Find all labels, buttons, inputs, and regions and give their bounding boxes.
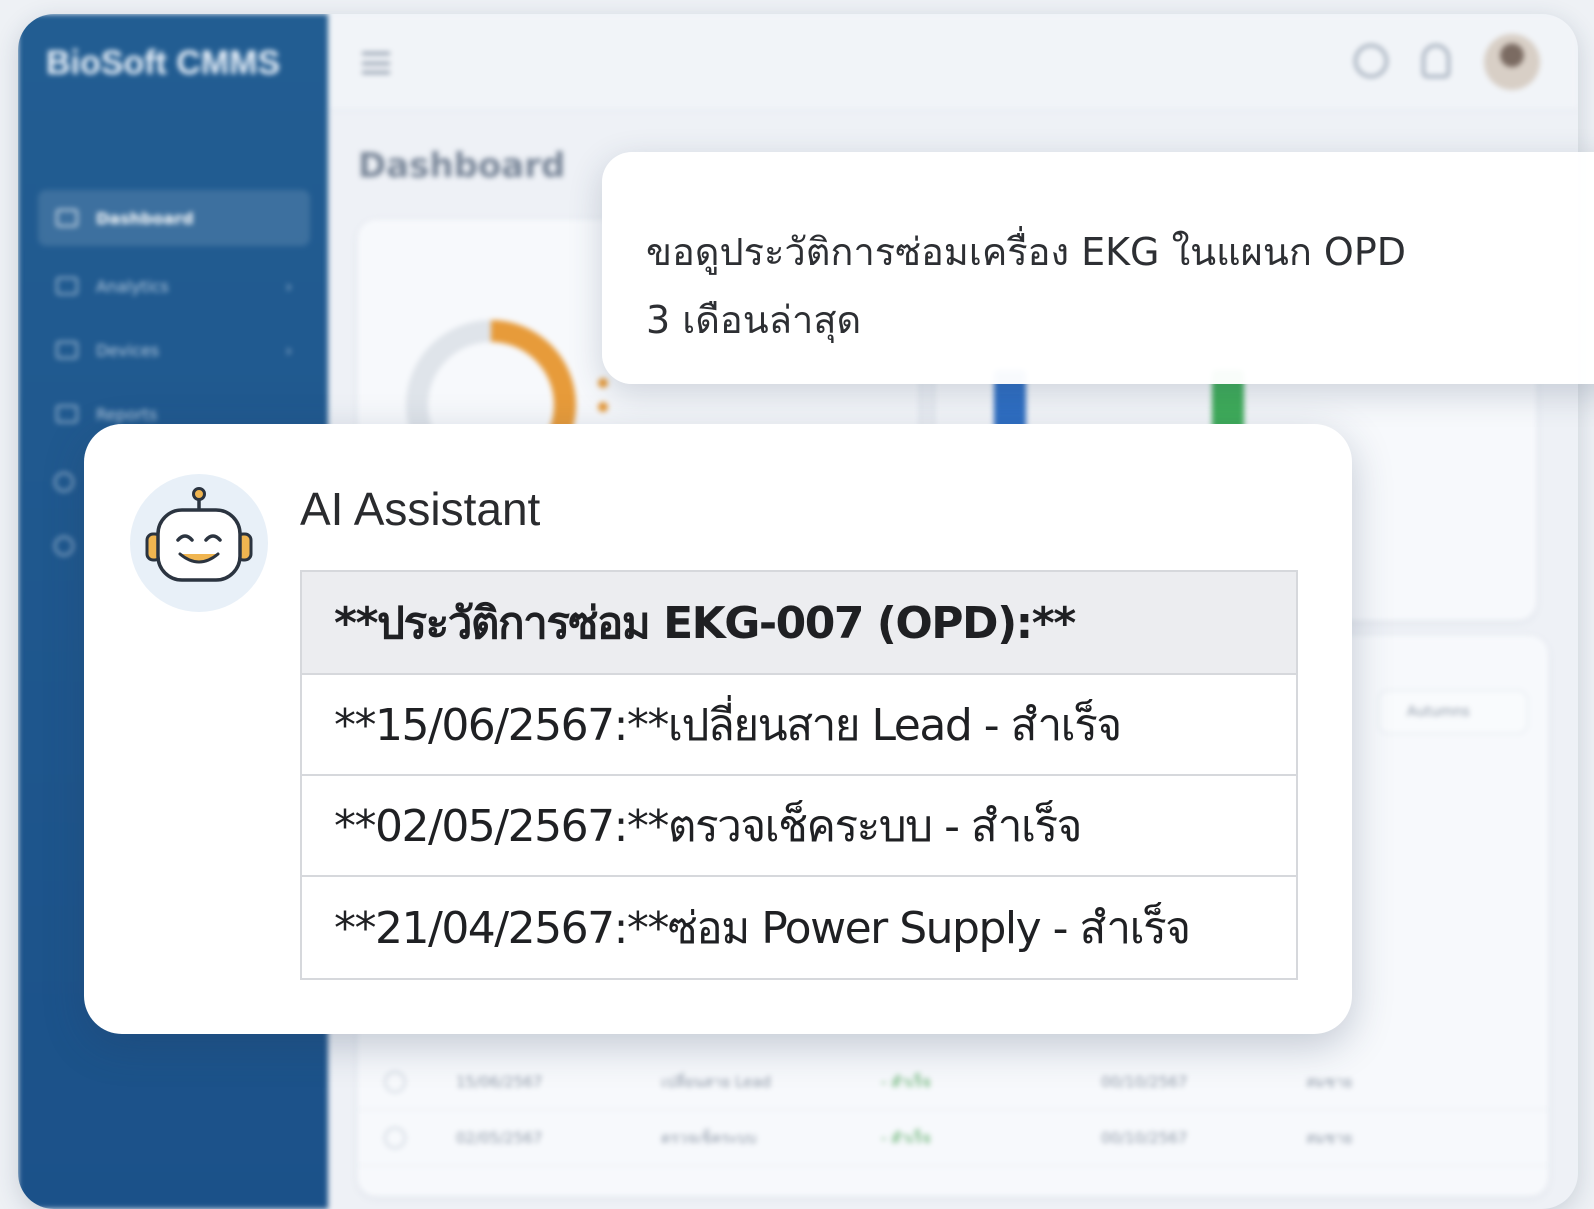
- assistant-response-card: AI Assistant **ประวัติการซ่อม EKG-007 (O…: [84, 424, 1352, 1034]
- cell-tech: สมชาย: [1306, 1072, 1353, 1091]
- assistant-name: AI Assistant: [300, 483, 541, 535]
- grid-icon: [56, 209, 78, 227]
- help-icon[interactable]: [54, 536, 74, 556]
- repair-history-table: **ประวัติการซ่อม EKG-007 (OPD):** **15/0…: [300, 570, 1298, 980]
- sidebar-item-label: Devices: [96, 340, 160, 360]
- cell-due: 00/10/2567: [1101, 1128, 1188, 1147]
- user-message-bubble: ขอดูประวัติการซ่อมเครื่อง EKG ในแผนก OPD…: [602, 152, 1594, 384]
- cell-status: - สำเร็จ: [881, 1128, 931, 1147]
- menu-icon[interactable]: [362, 52, 390, 74]
- cell-status: - สำเร็จ: [881, 1072, 931, 1091]
- table-row[interactable]: 15/06/2567 เปลี่ยนสาย Lead - สำเร็จ 00/1…: [358, 1054, 1548, 1110]
- user-message-text: ขอดูประวัติการซ่อมเครื่อง EKG ในแผนก OPD…: [646, 230, 1407, 342]
- report-icon: [56, 405, 78, 423]
- device-icon: [56, 341, 78, 359]
- sidebar-item-label: Analytics: [96, 276, 169, 296]
- robot-icon: [130, 474, 268, 612]
- legend-dot: [598, 378, 608, 388]
- chevron-right-icon: ›: [285, 340, 292, 360]
- chart-icon: [56, 277, 78, 295]
- filter-label: Autumns: [1407, 704, 1470, 720]
- topbar: [328, 14, 1578, 110]
- sidebar-item-devices[interactable]: Devices ›: [38, 322, 310, 378]
- cell-date: 15/06/2567: [456, 1072, 543, 1091]
- settings-icon[interactable]: [54, 472, 74, 492]
- legend-dot: [598, 402, 608, 412]
- sidebar-item-label: Reports: [96, 404, 158, 424]
- sidebar-item-analytics[interactable]: Analytics ›: [38, 258, 310, 314]
- repair-history-row: **02/05/2567:**ตรวจเช็คระบบ - สำเร็จ: [302, 776, 1296, 877]
- row-checkbox[interactable]: [384, 1126, 406, 1149]
- cell-task: ตรวจเช็คระบบ: [661, 1128, 757, 1147]
- table-filter-select[interactable]: Autumns: [1378, 690, 1528, 734]
- repair-history-header: **ประวัติการซ่อม EKG-007 (OPD):**: [302, 572, 1296, 675]
- cell-task: เปลี่ยนสาย Lead: [661, 1072, 772, 1091]
- user-avatar[interactable]: [1484, 34, 1540, 90]
- cell-due: 00/10/2567: [1101, 1072, 1188, 1091]
- brand-logo: BioSoft CMMS: [46, 44, 281, 82]
- cell-date: 02/05/2567: [456, 1128, 543, 1147]
- globe-icon[interactable]: [1354, 44, 1388, 78]
- repair-history-row: **15/06/2567:**เปลี่ยนสาย Lead - สำเร็จ: [302, 675, 1296, 776]
- sidebar-item-label: Dashboard: [96, 208, 194, 228]
- page-title: Dashboard: [358, 146, 566, 186]
- sidebar-item-dashboard[interactable]: Dashboard: [38, 190, 310, 246]
- table-row[interactable]: 02/05/2567 ตรวจเช็คระบบ - สำเร็จ 00/10/2…: [358, 1110, 1548, 1166]
- cell-tech: สมชาย: [1306, 1128, 1353, 1147]
- chevron-right-icon: ›: [285, 276, 292, 296]
- repair-history-row: **21/04/2567:**ซ่อม Power Supply - สำเร็…: [334, 902, 1191, 954]
- bell-icon[interactable]: [1422, 44, 1450, 78]
- row-checkbox[interactable]: [384, 1070, 406, 1093]
